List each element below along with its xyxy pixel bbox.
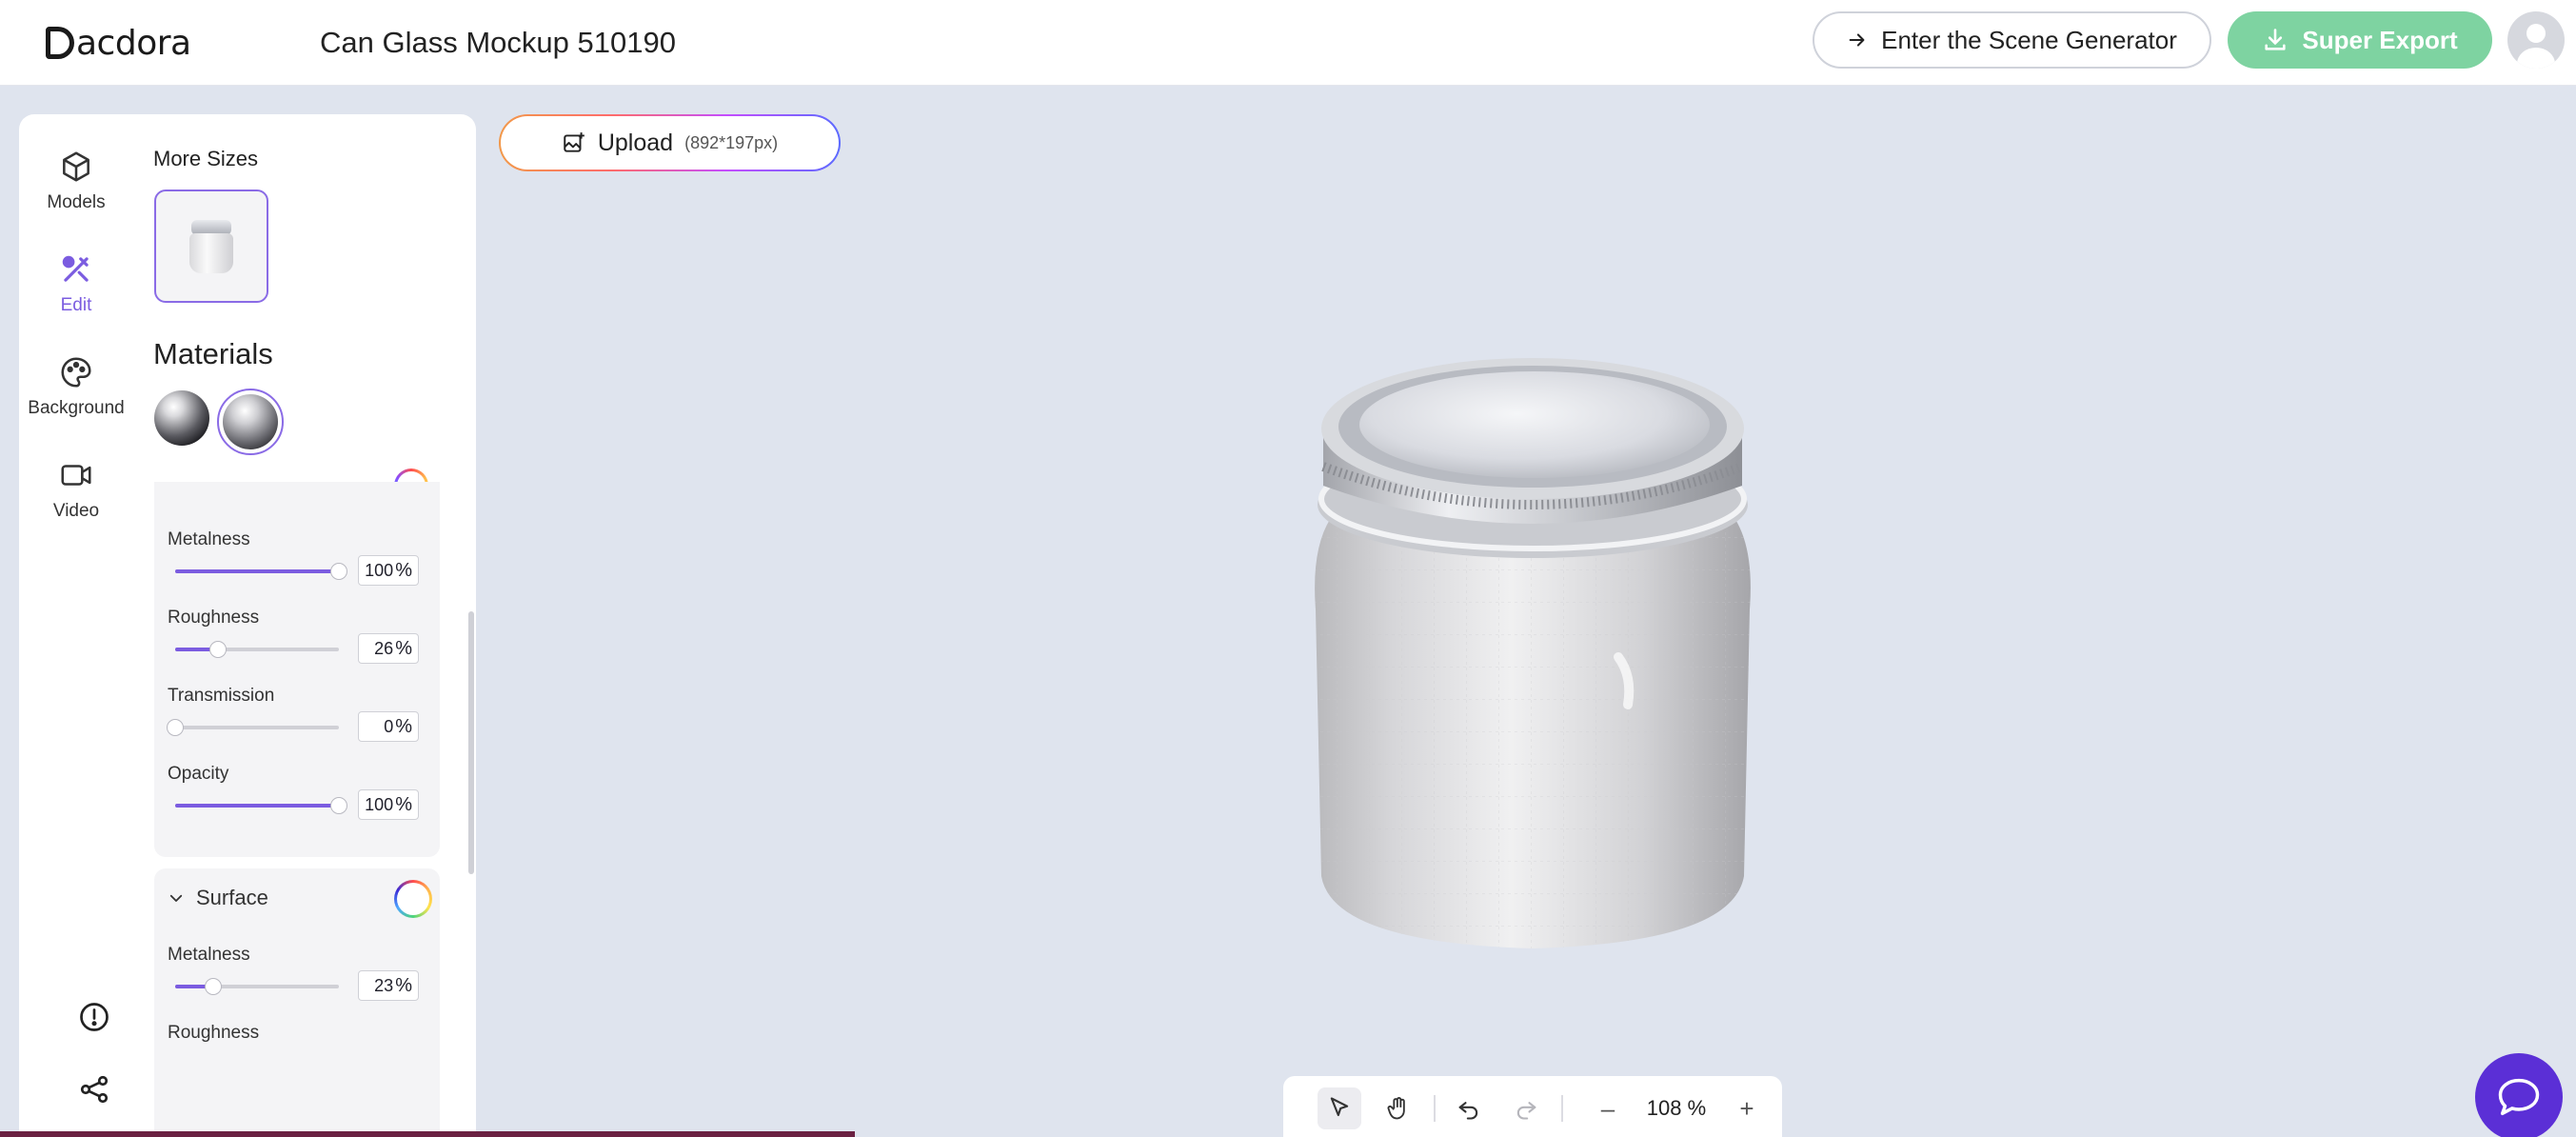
sidebar-item-label: Edit xyxy=(60,295,92,315)
surface-metalness-slider[interactable] xyxy=(175,978,339,995)
undo-icon xyxy=(1458,1102,1478,1120)
canvas-toolbar: – 108 % + xyxy=(1283,1076,1782,1137)
slider-handle[interactable] xyxy=(330,563,347,580)
slider-handle[interactable] xyxy=(208,641,227,658)
sidebar-item-models[interactable]: Models xyxy=(19,149,133,213)
chat-support-button[interactable] xyxy=(2475,1053,2563,1137)
app-logo[interactable]: acdora xyxy=(46,17,191,69)
download-icon xyxy=(2265,29,2286,50)
jar-3d-preview[interactable] xyxy=(1304,343,1761,952)
surface-section: Surface Metalness 23% Roughness xyxy=(154,868,440,1137)
palette-icon xyxy=(61,357,91,388)
sidebar-item-video[interactable]: Video xyxy=(19,457,133,522)
chat-icon xyxy=(2498,1078,2540,1116)
scene-button-label: Enter the Scene Generator xyxy=(1881,25,2177,54)
bottom-progress-strip xyxy=(0,1131,855,1137)
surface-roughness-label: Roughness xyxy=(168,1023,260,1043)
roughness-slider[interactable] xyxy=(175,641,339,658)
pan-tool[interactable] xyxy=(1377,1087,1420,1129)
upload-size-hint: (892*197px) xyxy=(684,132,779,152)
zoom-level[interactable]: 108 % xyxy=(1635,1087,1717,1129)
zoom-out-button[interactable]: – xyxy=(1586,1087,1630,1129)
metalness-slider[interactable] xyxy=(175,563,347,580)
opacity-label: Opacity xyxy=(168,764,229,784)
export-button-label: Super Export xyxy=(2302,25,2458,54)
redo-button[interactable] xyxy=(1504,1087,1548,1129)
metalness-input[interactable]: 100% xyxy=(358,555,419,586)
surface-title: Surface xyxy=(196,886,268,909)
sidebar-item-label: Background xyxy=(28,398,125,418)
sidebar-item-label: Video xyxy=(52,501,100,521)
info-icon[interactable] xyxy=(77,1000,111,1034)
material-swatch-1[interactable] xyxy=(154,390,209,446)
undo-button[interactable] xyxy=(1447,1087,1491,1129)
metalness-label: Metalness xyxy=(168,529,250,549)
sidebar-item-label: Models xyxy=(47,192,106,212)
opacity-slider[interactable] xyxy=(175,797,347,814)
super-export-button[interactable]: Super Export xyxy=(2228,11,2492,69)
user-avatar[interactable] xyxy=(2507,11,2565,69)
upload-button[interactable]: Upload (892*197px) xyxy=(499,114,841,171)
material-properties: Metalness 100% Roughness 26% Transmissio… xyxy=(154,482,440,857)
size-option-thumbnail[interactable] xyxy=(154,190,268,303)
upload-label: Upload xyxy=(597,129,674,156)
transmission-slider[interactable] xyxy=(167,719,339,736)
logo-text: acdora xyxy=(76,23,191,63)
document-title[interactable]: Can Glass Mockup 510190 xyxy=(320,17,676,69)
cursor-icon xyxy=(1330,1097,1349,1117)
opacity-input[interactable]: 100% xyxy=(358,789,419,820)
material-swatch-2[interactable] xyxy=(223,394,278,449)
top-bar: acdora Can Glass Mockup 510190 Enter the… xyxy=(0,0,2576,86)
share-icon[interactable] xyxy=(77,1072,111,1107)
materials-title: Materials xyxy=(153,337,273,370)
surface-metalness-label: Metalness xyxy=(168,945,250,965)
roughness-label: Roughness xyxy=(168,608,260,628)
left-panel: Models Edit Background Video More Sizes … xyxy=(19,114,476,1137)
redo-icon xyxy=(1516,1102,1536,1120)
enter-scene-generator-button[interactable]: Enter the Scene Generator xyxy=(1813,11,2211,69)
sidebar-item-background[interactable]: Background xyxy=(19,354,133,419)
cube-icon xyxy=(63,151,89,182)
slider-handle[interactable] xyxy=(204,978,222,995)
transmission-label: Transmission xyxy=(168,686,275,706)
slider-handle[interactable] xyxy=(330,797,347,814)
surface-toggle[interactable]: Surface xyxy=(168,886,268,910)
video-icon xyxy=(61,465,91,486)
properties-scrollbar[interactable] xyxy=(468,611,474,874)
logo-mark-icon xyxy=(46,27,74,59)
slider-handle[interactable] xyxy=(167,719,184,736)
chevron-down-icon xyxy=(169,894,183,902)
image-upload-icon xyxy=(564,132,585,152)
more-sizes-label: More Sizes xyxy=(153,147,259,170)
roughness-input[interactable]: 26% xyxy=(358,633,419,664)
edit-icon xyxy=(62,255,89,282)
select-tool[interactable] xyxy=(1318,1087,1361,1129)
jar-thumbnail-image xyxy=(189,219,233,273)
hand-icon xyxy=(1387,1097,1405,1120)
zoom-in-button[interactable]: + xyxy=(1725,1087,1769,1129)
surface-metalness-input[interactable]: 23% xyxy=(358,970,419,1001)
transmission-input[interactable]: 0% xyxy=(358,711,419,742)
sidebar-item-edit[interactable]: Edit xyxy=(19,251,133,316)
arrow-right-icon xyxy=(1849,33,1865,47)
surface-color-picker[interactable] xyxy=(394,880,432,918)
